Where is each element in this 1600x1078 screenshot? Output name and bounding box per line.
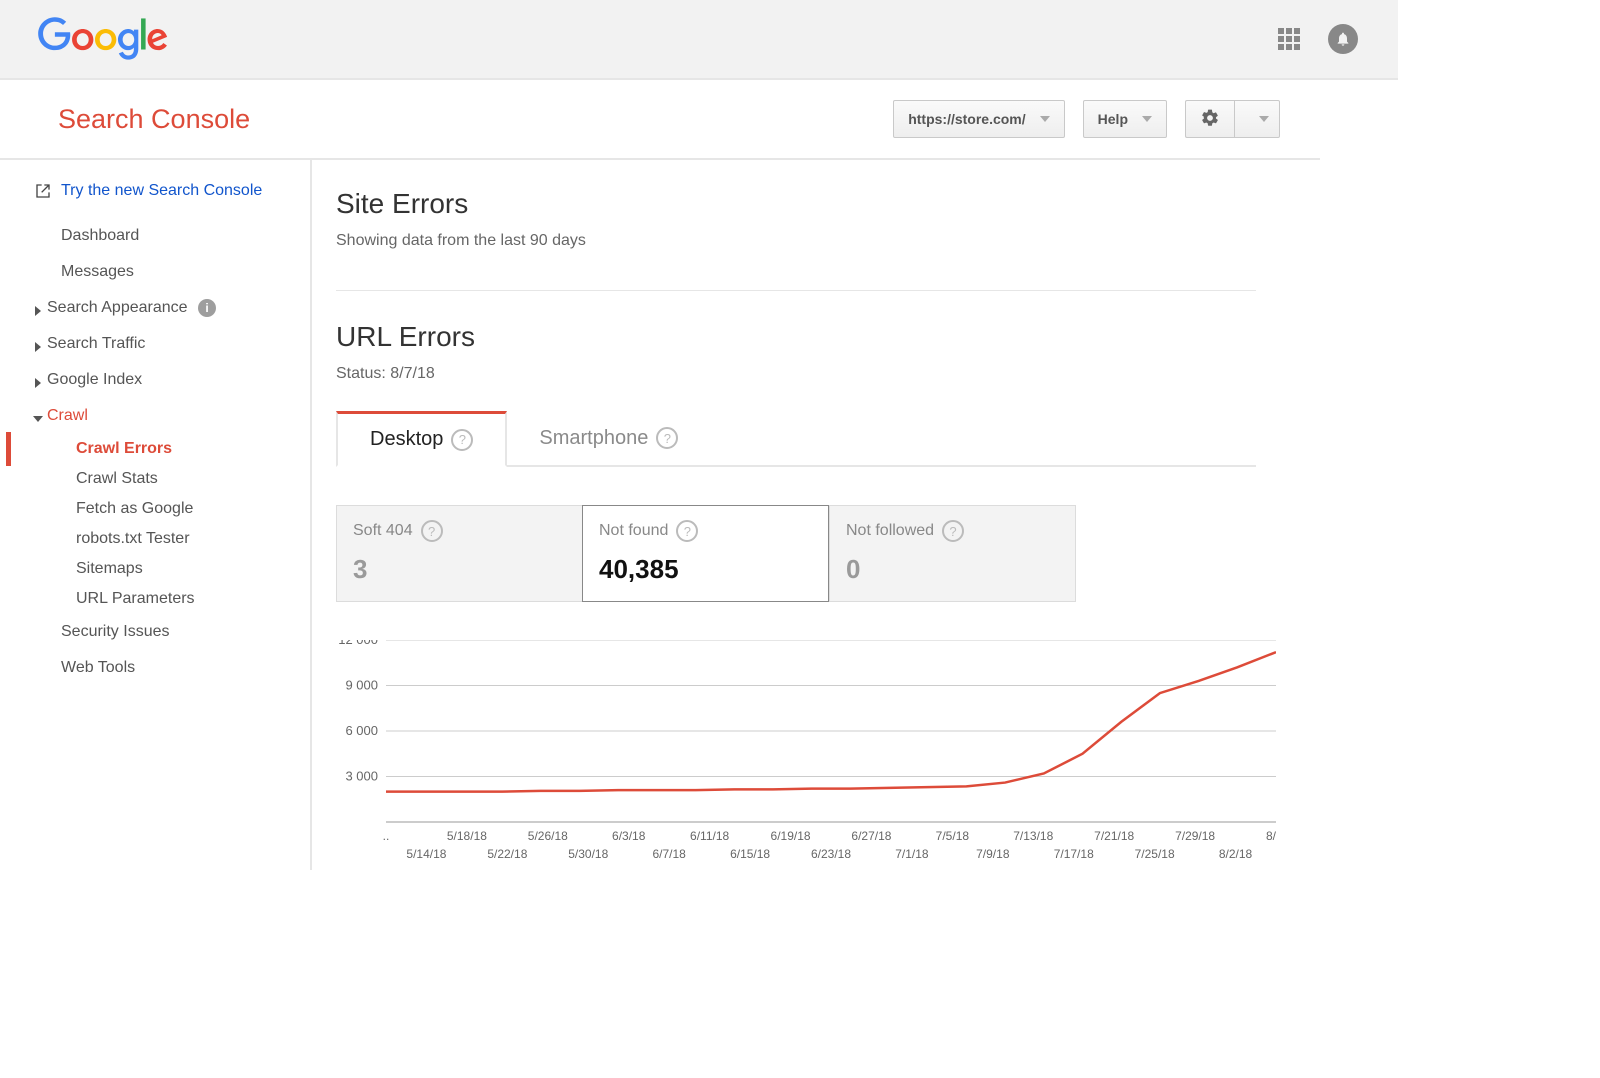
svg-text:7/5/18: 7/5/18 (936, 829, 970, 843)
sidebar-group[interactable]: Search Appearance i (0, 290, 310, 326)
metric-card[interactable]: Not found? 40,385 (582, 505, 829, 602)
try-new-label: Try the new Search Console (61, 182, 262, 200)
help-icon: ? (656, 427, 678, 449)
metric-label: Soft 404? (353, 520, 566, 542)
svg-text:6/11/18: 6/11/18 (690, 829, 729, 843)
sidebar-group[interactable]: Crawl (0, 398, 310, 434)
svg-text:8/...: 8/... (1266, 829, 1276, 843)
svg-text:6/19/18: 6/19/18 (771, 829, 811, 843)
svg-text:8/2/18: 8/2/18 (1219, 847, 1253, 861)
help-icon: ? (942, 520, 964, 542)
settings-button[interactable] (1185, 100, 1280, 138)
svg-text:..: .. (383, 829, 390, 843)
svg-text:7/1/18: 7/1/18 (895, 847, 929, 861)
svg-text:5/14/18: 5/14/18 (406, 847, 446, 861)
sidebar-group[interactable]: Search Traffic (0, 326, 310, 362)
sidebar-item[interactable]: Security Issues (0, 614, 310, 650)
svg-text:9 000: 9 000 (345, 678, 378, 693)
svg-text:12 000: 12 000 (338, 640, 378, 647)
app-toolbar: Search Console https://store.com/ Help (0, 80, 1320, 160)
apps-icon[interactable] (1278, 28, 1300, 50)
svg-text:7/17/18: 7/17/18 (1054, 847, 1094, 861)
site-errors-heading: Site Errors (336, 188, 1320, 220)
chevron-down-icon (1259, 116, 1269, 122)
error-metrics: Soft 404? 3 Not found? 40,385 Not followed? 0 (336, 505, 1076, 602)
sidebar-group[interactable]: Google Index (0, 362, 310, 398)
help-icon: ? (676, 520, 698, 542)
gear-icon (1200, 108, 1220, 131)
sidebar-sub-item[interactable]: Fetch as Google (0, 494, 310, 524)
site-errors-subtitle: Showing data from the last 90 days (336, 232, 1320, 250)
metric-value: 40,385 (599, 554, 812, 585)
try-new-link[interactable]: Try the new Search Console (0, 178, 310, 218)
help-button[interactable]: Help (1083, 100, 1167, 138)
svg-text:7/25/18: 7/25/18 (1135, 847, 1175, 861)
site-selector-button[interactable]: https://store.com/ (893, 100, 1064, 138)
svg-text:3 000: 3 000 (345, 769, 378, 784)
help-label: Help (1098, 111, 1128, 127)
svg-text:6/15/18: 6/15/18 (730, 847, 770, 861)
svg-text:5/22/18: 5/22/18 (487, 847, 527, 861)
metric-value: 0 (846, 554, 1059, 585)
site-selector-value: https://store.com/ (908, 111, 1025, 127)
url-errors-status: Status: 8/7/18 (336, 365, 1320, 383)
sidebar-item[interactable]: Dashboard (0, 218, 310, 254)
chevron-down-icon (1142, 116, 1152, 122)
content-area: Site Errors Showing data from the last 9… (312, 160, 1320, 870)
errors-chart: 3 000 6 000 9 000 12 000.. 5/18/18 5/26/18 6/3… (336, 640, 1276, 870)
sidebar-sub-item[interactable]: Sitemaps (0, 554, 310, 584)
sidebar-sub-item[interactable]: URL Parameters (0, 584, 310, 614)
metric-card[interactable]: Soft 404? 3 (336, 505, 582, 602)
tab-smartphone[interactable]: Smartphone? (507, 411, 710, 465)
svg-text:5/26/18: 5/26/18 (528, 829, 568, 843)
product-title: Search Console (58, 104, 250, 135)
svg-text:7/29/18: 7/29/18 (1175, 829, 1215, 843)
notifications-icon[interactable] (1328, 24, 1358, 54)
sidebar-sub-item[interactable]: robots.txt Tester (0, 524, 310, 554)
device-tabs: Desktop?Smartphone? (336, 411, 1256, 467)
tab-desktop[interactable]: Desktop? (336, 411, 507, 467)
svg-text:6/3/18: 6/3/18 (612, 829, 646, 843)
metric-label: Not found? (599, 520, 812, 542)
sidebar: Try the new Search Console DashboardMess… (0, 160, 312, 870)
sidebar-sub-item[interactable]: Crawl Errors (0, 434, 310, 464)
tab-label: Desktop (370, 428, 443, 451)
svg-text:6/23/18: 6/23/18 (811, 847, 851, 861)
svg-text:5/30/18: 5/30/18 (568, 847, 608, 861)
sidebar-item[interactable]: Messages (0, 254, 310, 290)
info-icon: i (198, 299, 216, 317)
sidebar-sub-item[interactable]: Crawl Stats (0, 464, 310, 494)
svg-text:6/7/18: 6/7/18 (652, 847, 686, 861)
svg-text:5/18/18: 5/18/18 (447, 829, 487, 843)
help-icon: ? (451, 429, 473, 451)
external-link-icon (35, 183, 51, 199)
svg-text:6 000: 6 000 (345, 723, 378, 738)
sidebar-item[interactable]: Web Tools (0, 650, 310, 686)
help-icon: ? (421, 520, 443, 542)
chevron-down-icon (1040, 116, 1050, 122)
svg-text:7/13/18: 7/13/18 (1013, 829, 1053, 843)
svg-text:6/27/18: 6/27/18 (851, 829, 891, 843)
tab-label: Smartphone (539, 427, 648, 450)
metric-card[interactable]: Not followed? 0 (829, 505, 1076, 602)
svg-text:7/21/18: 7/21/18 (1094, 829, 1134, 843)
metric-value: 3 (353, 554, 566, 585)
svg-text:7/9/18: 7/9/18 (976, 847, 1010, 861)
google-top-bar (0, 0, 1398, 80)
divider (336, 290, 1256, 291)
metric-label: Not followed? (846, 520, 1059, 542)
url-errors-heading: URL Errors (336, 321, 1320, 353)
google-logo[interactable] (38, 17, 168, 61)
